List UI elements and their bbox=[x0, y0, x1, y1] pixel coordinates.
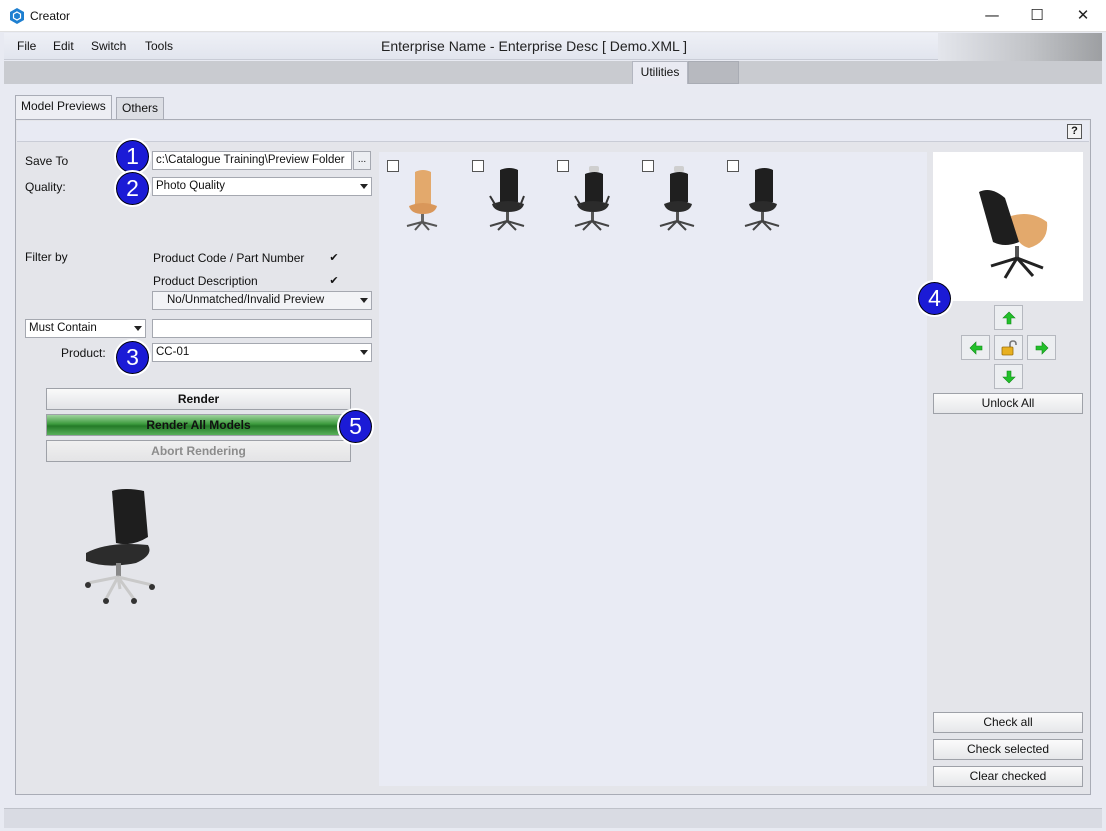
product-value: CC-01 bbox=[156, 346, 190, 358]
check-selected-button[interactable]: Check selected bbox=[933, 739, 1083, 760]
tab-others[interactable]: Others bbox=[116, 97, 165, 119]
rotate-left-button[interactable] bbox=[961, 335, 990, 360]
chevron-down-icon bbox=[360, 350, 368, 355]
check-all-button[interactable]: Check all bbox=[933, 712, 1083, 733]
chevron-down-icon bbox=[360, 184, 368, 189]
arrow-right-icon bbox=[1035, 341, 1049, 355]
arrow-down-icon bbox=[1002, 370, 1016, 384]
selected-model-preview-image bbox=[85, 489, 155, 604]
rotate-right-button[interactable] bbox=[1027, 335, 1056, 360]
arrow-left-icon bbox=[969, 341, 983, 355]
tab-utilities[interactable]: Utilities bbox=[632, 61, 688, 84]
menu-bar: File Edit Switch Tools Enterprise Name -… bbox=[4, 33, 1102, 64]
chevron-down-icon bbox=[134, 326, 142, 331]
chair-icon bbox=[489, 168, 525, 231]
render-all-models-button[interactable]: Render All Models bbox=[46, 414, 351, 436]
quality-select[interactable]: Photo Quality bbox=[152, 177, 372, 196]
arrow-up-icon bbox=[1002, 311, 1016, 325]
product-select[interactable]: CC-01 bbox=[152, 343, 372, 362]
callout-badge-5: 5 bbox=[337, 408, 374, 445]
window-title: Creator bbox=[30, 9, 71, 23]
maximize-button[interactable]: ☐ bbox=[1014, 0, 1060, 32]
title-bar: Creator — ☐ ✕ bbox=[0, 0, 1106, 32]
product-code-checkbox[interactable]: ✔ bbox=[328, 252, 340, 264]
save-to-label: Save To bbox=[25, 154, 69, 168]
clear-checked-button[interactable]: Clear checked bbox=[933, 766, 1083, 787]
abort-rendering-button: Abort Rendering bbox=[46, 440, 351, 462]
callout-badge-2: 2 bbox=[114, 170, 151, 207]
rotate-up-button[interactable] bbox=[994, 305, 1023, 330]
unlock-all-button[interactable]: Unlock All bbox=[933, 393, 1083, 414]
lock-button[interactable] bbox=[994, 335, 1023, 360]
menu-tools[interactable]: Tools bbox=[145, 39, 173, 53]
quality-label: Quality: bbox=[25, 180, 66, 194]
menu-switch[interactable]: Switch bbox=[91, 39, 126, 53]
must-contain-select[interactable]: Must Contain bbox=[25, 319, 146, 338]
minimize-button[interactable]: — bbox=[969, 0, 1015, 32]
tab-model-previews[interactable]: Model Previews bbox=[15, 95, 112, 119]
chair-icon bbox=[659, 166, 695, 231]
preview-filter-select[interactable]: No/Unmatched/Invalid Preview bbox=[152, 291, 372, 310]
thumbnail-grid bbox=[379, 152, 927, 786]
help-button[interactable]: ? bbox=[1067, 124, 1082, 139]
chair-icon bbox=[406, 170, 438, 231]
enterprise-title: Enterprise Name - Enterprise Desc [ Demo… bbox=[381, 38, 688, 54]
product-description-checkbox[interactable]: ✔ bbox=[328, 275, 340, 287]
chair-icon bbox=[574, 166, 610, 231]
rotate-down-button[interactable] bbox=[994, 364, 1023, 389]
must-contain-input[interactable] bbox=[152, 319, 372, 338]
product-description-label: Product Description bbox=[153, 274, 258, 288]
close-button[interactable]: ✕ bbox=[1060, 0, 1106, 32]
thumbnail-chair-4[interactable] bbox=[642, 160, 722, 240]
chair-preview-image bbox=[979, 190, 1048, 279]
thumbnail-chair-2[interactable] bbox=[472, 160, 552, 240]
render-button[interactable]: Render bbox=[46, 388, 351, 410]
model-preview-box bbox=[933, 152, 1083, 301]
quality-value: Photo Quality bbox=[156, 180, 226, 192]
product-code-label: Product Code / Part Number bbox=[153, 251, 305, 265]
thumbnail-chair-3[interactable] bbox=[557, 160, 637, 240]
help-strip: ? bbox=[17, 121, 1089, 142]
menu-file[interactable]: File bbox=[17, 39, 36, 53]
preview-filter-value: No/Unmatched/Invalid Preview bbox=[167, 294, 325, 306]
product-label: Product: bbox=[61, 346, 106, 360]
browse-button[interactable]: ... bbox=[353, 151, 371, 170]
thumbnail-chair-5[interactable] bbox=[727, 160, 807, 240]
menubar-gradient bbox=[938, 33, 1102, 64]
save-to-field[interactable]: c:\Catalogue Training\Preview Folder bbox=[152, 151, 352, 170]
tab-blank[interactable] bbox=[688, 61, 739, 84]
filter-by-label: Filter by bbox=[25, 250, 68, 264]
chair-icon bbox=[744, 168, 780, 231]
callout-badge-4: 4 bbox=[916, 280, 953, 317]
chevron-down-icon bbox=[360, 298, 368, 303]
must-contain-value: Must Contain bbox=[29, 322, 97, 334]
module-tab-strip: Utilities bbox=[4, 61, 1102, 84]
callout-badge-3: 3 bbox=[114, 339, 151, 376]
status-bar bbox=[4, 808, 1102, 828]
app-logo-icon bbox=[10, 8, 24, 24]
thumbnail-chair-1[interactable] bbox=[387, 160, 467, 240]
menu-edit[interactable]: Edit bbox=[53, 39, 74, 53]
unlock-icon bbox=[1001, 340, 1017, 356]
